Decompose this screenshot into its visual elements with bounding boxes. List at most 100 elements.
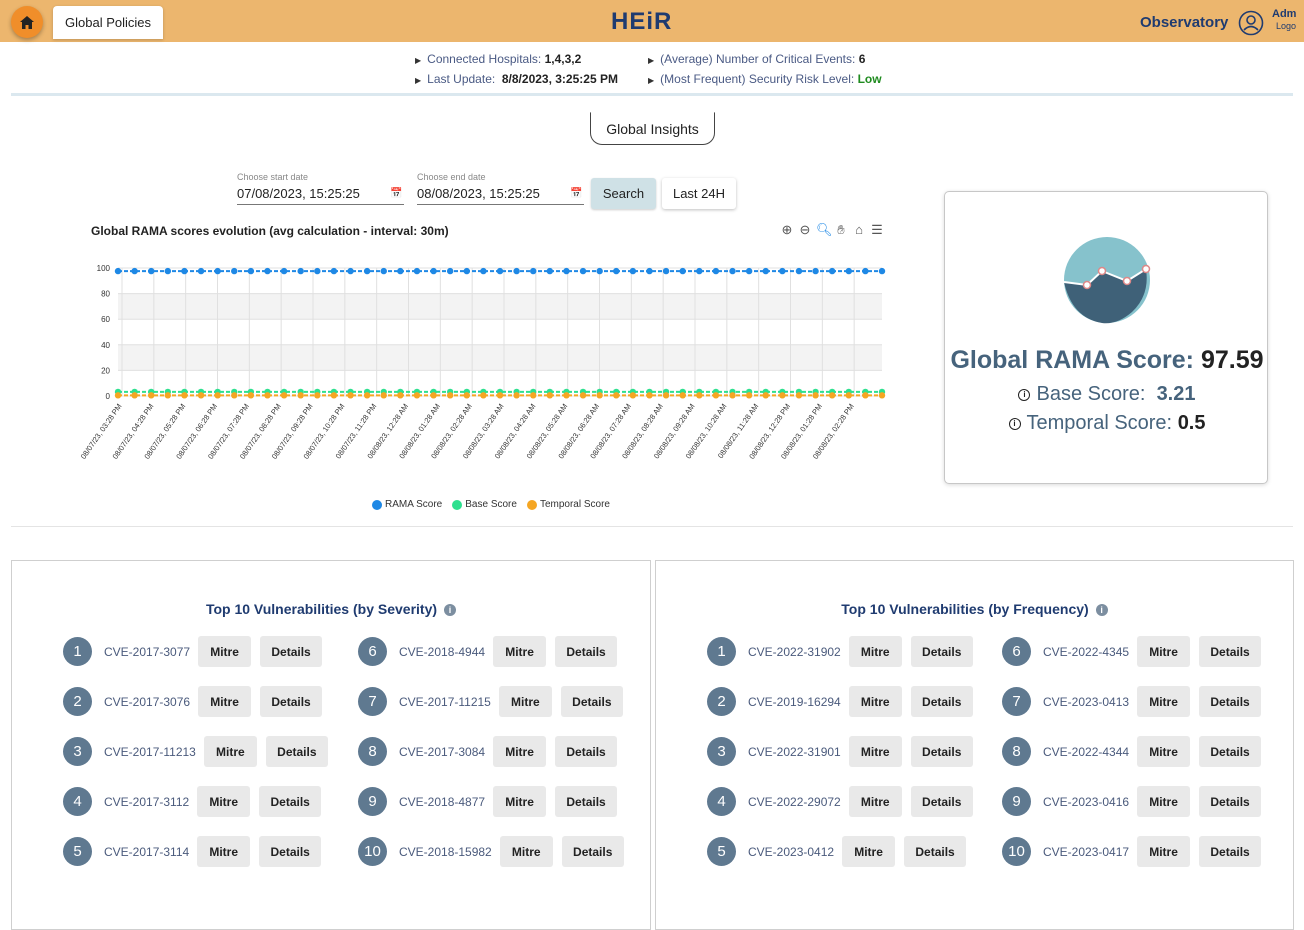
- list-item: 2 CVE-2019-16294 Mitre Details: [707, 686, 973, 717]
- data-point: [629, 392, 637, 399]
- home-icon[interactable]: ⌂: [852, 222, 866, 238]
- cve-id: CVE-2023-0416: [1043, 794, 1130, 809]
- menu-icon[interactable]: ☰: [870, 222, 884, 238]
- list-item: 1 CVE-2017-3077 Mitre Details: [63, 636, 323, 667]
- home-button[interactable]: [11, 6, 43, 38]
- mitre-button[interactable]: Mitre: [1137, 786, 1191, 817]
- calendar-icon[interactable]: 📅: [570, 188, 582, 199]
- legend-item-base[interactable]: Base Score: [452, 499, 517, 510]
- details-button[interactable]: Details: [259, 836, 322, 867]
- details-button[interactable]: Details: [904, 836, 967, 867]
- mitre-button[interactable]: Mitre: [498, 686, 552, 717]
- mitre-button[interactable]: Mitre: [848, 686, 902, 717]
- data-point: [247, 267, 255, 275]
- y-tick-label: 60: [101, 315, 110, 324]
- details-button[interactable]: Details: [561, 836, 624, 867]
- data-point: [613, 267, 620, 275]
- data-point: [380, 267, 387, 275]
- y-tick-label: 20: [101, 366, 110, 375]
- data-point: [380, 392, 387, 399]
- data-point: [347, 392, 354, 399]
- details-button[interactable]: Details: [910, 736, 973, 767]
- mitre-button[interactable]: Mitre: [493, 786, 547, 817]
- details-button[interactable]: Details: [1199, 836, 1262, 867]
- details-button[interactable]: Details: [260, 636, 323, 667]
- zoom-in-icon[interactable]: ⊕: [780, 222, 794, 238]
- zoom-out-icon[interactable]: ⊖: [798, 222, 812, 238]
- details-button[interactable]: Details: [910, 786, 973, 817]
- user-avatar-icon[interactable]: [1238, 10, 1264, 36]
- start-date-input[interactable]: 07/08/2023, 15:25:25: [237, 186, 360, 201]
- info-icon[interactable]: i: [444, 604, 457, 617]
- cve-id: CVE-2017-11215: [399, 694, 491, 709]
- legend-item-rama[interactable]: RAMA Score: [372, 499, 442, 510]
- observatory-link[interactable]: Observatory: [1140, 14, 1228, 31]
- data-point: [463, 267, 470, 275]
- mitre-button[interactable]: Mitre: [203, 736, 257, 767]
- info-icon[interactable]: i: [1018, 388, 1031, 401]
- magnifier-icon[interactable]: 🔍︎: [816, 222, 833, 238]
- data-point: [762, 267, 769, 275]
- data-point: [430, 392, 437, 399]
- logout-link[interactable]: Logo: [1276, 21, 1296, 31]
- data-point: [795, 267, 803, 275]
- mitre-button[interactable]: Mitre: [1137, 736, 1191, 767]
- details-button[interactable]: Details: [555, 636, 618, 667]
- data-point: [280, 392, 288, 399]
- calendar-icon[interactable]: 📅: [390, 188, 402, 199]
- details-button[interactable]: Details: [910, 686, 973, 717]
- mitre-button[interactable]: Mitre: [1137, 636, 1191, 667]
- caret-right-icon: ▶: [648, 76, 655, 85]
- details-button[interactable]: Details: [1199, 636, 1262, 667]
- pan-hand-icon[interactable]: ✋︎: [834, 222, 848, 238]
- details-button[interactable]: Details: [1199, 686, 1262, 717]
- data-point: [662, 267, 670, 275]
- details-button[interactable]: Details: [1199, 736, 1262, 767]
- mitre-button[interactable]: Mitre: [493, 736, 547, 767]
- cve-id: CVE-2022-31901: [748, 744, 841, 759]
- details-button[interactable]: Details: [555, 736, 618, 767]
- mitre-button[interactable]: Mitre: [1137, 686, 1191, 717]
- cve-id: CVE-2022-4344: [1043, 744, 1130, 759]
- end-date-input[interactable]: 08/08/2023, 15:25:25: [417, 186, 540, 201]
- details-button[interactable]: Details: [1199, 786, 1262, 817]
- data-point: [164, 392, 172, 399]
- cve-id: CVE-2018-4944: [399, 644, 486, 659]
- details-button[interactable]: Details: [910, 636, 973, 667]
- mitre-button[interactable]: Mitre: [848, 736, 902, 767]
- mitre-button[interactable]: Mitre: [198, 636, 252, 667]
- rank-badge: 7: [1002, 687, 1031, 716]
- mitre-button[interactable]: Mitre: [848, 786, 902, 817]
- mitre-button[interactable]: Mitre: [493, 636, 547, 667]
- data-point: [280, 267, 288, 275]
- mitre-button[interactable]: Mitre: [848, 636, 902, 667]
- global-insights-button[interactable]: Global Insights: [590, 112, 715, 145]
- details-button[interactable]: Details: [259, 786, 322, 817]
- info-icon[interactable]: i: [1095, 604, 1108, 617]
- start-date-underline: [237, 204, 404, 205]
- mitre-button[interactable]: Mitre: [197, 786, 251, 817]
- legend-item-temporal[interactable]: Temporal Score: [526, 499, 610, 510]
- last-24h-button[interactable]: Last 24H: [662, 178, 736, 209]
- cve-id: CVE-2017-3076: [104, 694, 191, 709]
- mitre-button[interactable]: Mitre: [842, 836, 896, 867]
- section-divider: [11, 526, 1293, 527]
- cve-id: CVE-2023-0413: [1043, 694, 1130, 709]
- tab-global-policies[interactable]: Global Policies: [53, 6, 163, 39]
- data-point: [862, 392, 869, 399]
- info-icon[interactable]: i: [1008, 417, 1021, 430]
- details-button[interactable]: Details: [555, 786, 618, 817]
- mitre-button[interactable]: Mitre: [198, 686, 252, 717]
- details-button[interactable]: Details: [265, 736, 328, 767]
- cve-id: CVE-2022-29072: [748, 794, 841, 809]
- data-point: [712, 392, 720, 399]
- details-button[interactable]: Details: [560, 686, 623, 717]
- mitre-button[interactable]: Mitre: [1137, 836, 1191, 867]
- mitre-button[interactable]: Mitre: [499, 836, 553, 867]
- data-point: [496, 392, 504, 399]
- mitre-button[interactable]: Mitre: [197, 836, 251, 867]
- frequency-panel-title: Top 10 Vulnerabilities (by Frequency) i: [656, 601, 1293, 617]
- details-button[interactable]: Details: [260, 686, 323, 717]
- search-button[interactable]: Search: [591, 178, 656, 209]
- data-point: [745, 267, 753, 275]
